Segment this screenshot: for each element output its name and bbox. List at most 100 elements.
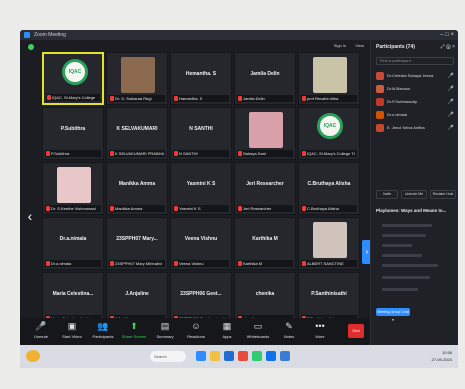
tile-display-name: Manikka Amma bbox=[118, 181, 156, 187]
video-tile[interactable]: Jamila Delin Jamila Delin bbox=[234, 52, 296, 105]
video-tile[interactable]: Jeri Researcher Jeri Researcher bbox=[234, 162, 296, 215]
chat-line bbox=[382, 264, 438, 267]
weather-icon[interactable] bbox=[26, 350, 40, 362]
signin-link[interactable]: Sign in bbox=[334, 43, 346, 48]
panel-header-icons[interactable]: ⤢ ⓧ × bbox=[441, 40, 455, 54]
muted-mic-icon bbox=[238, 261, 242, 266]
apps-icon: ▦ bbox=[222, 321, 232, 331]
video-tile[interactable]: 23SPPH07 Mary... 23SPPH07 Mary Mirinalini bbox=[106, 217, 168, 270]
tile-name-label: Karthika M bbox=[237, 260, 293, 267]
unmute-button[interactable]: 🎤 Unmute bbox=[24, 320, 58, 343]
view-button[interactable]: View bbox=[355, 43, 364, 48]
video-tile[interactable]: P.Subithra P.Subithra bbox=[42, 107, 104, 160]
muted-mic-icon bbox=[302, 96, 306, 101]
taskbar-clock[interactable]: 10:56 27-09-2024 bbox=[432, 349, 452, 363]
start-video-button[interactable]: ▣ Start Video bbox=[55, 320, 89, 343]
reactions-button[interactable]: ☺ Reactions bbox=[179, 320, 213, 343]
video-tile[interactable]: Karthika M Karthika M bbox=[234, 217, 296, 270]
participants-button[interactable]: 👥 Participants bbox=[86, 320, 120, 343]
window-titlebar: Zoom Meeting – □ × bbox=[20, 30, 458, 40]
muted-mic-icon: 🎤 bbox=[447, 86, 454, 92]
taskbar-app-icon[interactable] bbox=[238, 351, 248, 361]
tile-display-name: Dr.a.nimala bbox=[59, 236, 87, 242]
muted-mic-icon bbox=[302, 261, 306, 266]
participant-name: Dr.P.Subbaraddy bbox=[387, 99, 417, 104]
more-button[interactable]: ••• More bbox=[303, 320, 337, 343]
window-title: Zoom Meeting bbox=[34, 32, 66, 38]
video-tile[interactable]: Yasmini K S Yasmini K S bbox=[170, 162, 232, 215]
tile-label-text: Yasmini K S bbox=[179, 206, 201, 211]
chat-line bbox=[382, 234, 426, 237]
tile-display-name: Jeri Researcher bbox=[246, 181, 284, 187]
tile-display-name: 23SPPH07 Mary... bbox=[116, 236, 158, 242]
video-tile[interactable]: Dr. S. Sobiaraa Regi bbox=[106, 52, 168, 105]
end-meeting-button[interactable]: End bbox=[348, 324, 364, 338]
video-tile[interactable]: Hemantha. S Hamantha. S bbox=[170, 52, 232, 105]
muted-mic-icon: 🎤 bbox=[447, 112, 454, 118]
participant-row[interactable]: E. Jenci Selva Anitha 🎤 bbox=[376, 122, 456, 135]
tile-name-label: Manikka Amma bbox=[109, 205, 165, 212]
video-tile[interactable]: ALBERT SANCTINE bbox=[298, 217, 360, 270]
clock-time: 10:56 bbox=[441, 350, 452, 355]
unmute-icon: 🎤 bbox=[35, 321, 47, 331]
unmute-label: Unmute bbox=[33, 334, 48, 339]
video-tile[interactable]: N SANTHI N SANTHI bbox=[170, 107, 232, 160]
participant-name: Dr.M.Banusu bbox=[387, 86, 411, 91]
participant-row[interactable]: Dr.s.nimala 🎤 bbox=[376, 109, 456, 122]
tile-name-label: N SANTHI bbox=[173, 150, 229, 157]
tile-label-text: Manikka Amma bbox=[115, 206, 143, 211]
monitor-screen: Zoom Meeting – □ × Sign in View ‹ IQAC IQ… bbox=[20, 30, 458, 368]
participant-row[interactable]: Dr.Celestia Sahaya Jeena 🎤 bbox=[376, 70, 456, 83]
tile-display-name: Maria Celestina... bbox=[52, 291, 94, 297]
tile-label-text: Dr. S. Sobiaraa Regi bbox=[115, 96, 152, 101]
taskbar-app-icon[interactable] bbox=[252, 351, 262, 361]
apps-button[interactable]: ▦ Apps bbox=[210, 320, 244, 343]
participant-photo bbox=[121, 57, 155, 93]
tile-name-label: Jamila Delin bbox=[237, 95, 293, 102]
video-tile[interactable]: K SELVAKUMARI K SELVAKUMARI PRABHA bbox=[106, 107, 168, 160]
participant-row[interactable]: Dr.M.Banusu 🎤 bbox=[376, 83, 456, 96]
muted-mic-icon bbox=[302, 151, 306, 156]
video-tile[interactable]: Dr.a.nimala Dr.a.nimala bbox=[42, 217, 104, 270]
muted-mic-icon bbox=[174, 151, 178, 156]
video-tile[interactable]: Sahaya Dani bbox=[234, 107, 296, 160]
meeting-group-chat-dropdown[interactable]: Meeting Group Chat ▾ bbox=[376, 308, 410, 322]
share-screen-button[interactable]: ⬆ Share Screen bbox=[117, 320, 151, 343]
video-tile[interactable]: prof Revathi ditha bbox=[298, 52, 360, 105]
muted-mic-icon: 🎤 bbox=[447, 73, 454, 79]
tile-name-label: IQAC, St.Mary's College bbox=[46, 94, 100, 101]
taskbar-app-icon[interactable] bbox=[280, 351, 290, 361]
whiteboards-button[interactable]: ▭ Whiteboards bbox=[241, 320, 275, 343]
video-tile[interactable]: C.Bruthaya Alisha C.Bruthaya Alisha bbox=[298, 162, 360, 215]
invite-button[interactable]: Invite bbox=[376, 190, 398, 199]
participant-photo bbox=[249, 112, 283, 148]
video-tile[interactable]: IQAC IQAC, St.Mary's College bbox=[42, 52, 104, 105]
summary-button[interactable]: ▤ Summary bbox=[148, 320, 182, 343]
window-controls[interactable]: – □ × bbox=[440, 30, 454, 40]
video-tile[interactable]: Veena Vishnu Veena Vishnu bbox=[170, 217, 232, 270]
reactions-label: Reactions bbox=[187, 334, 205, 339]
taskbar-app-icon[interactable] bbox=[266, 351, 276, 361]
video-tile[interactable]: Manikka Amma Manikka Amma bbox=[106, 162, 168, 215]
participants-panel: Participants (74) ⤢ ⓧ × Find a participa… bbox=[370, 40, 458, 345]
taskbar-app-icon[interactable] bbox=[196, 351, 206, 361]
notes-button[interactable]: ✎ Notes bbox=[272, 320, 306, 343]
security-shield-icon[interactable] bbox=[28, 44, 34, 50]
tile-name-label: Hamantha. S bbox=[173, 95, 229, 102]
taskbar-app-icon[interactable] bbox=[224, 351, 234, 361]
previous-page-arrow-icon[interactable]: ‹ bbox=[24, 206, 36, 226]
video-tile[interactable]: Dr. S.Keethe Vishnumaal bbox=[42, 162, 104, 215]
chat-area bbox=[376, 218, 456, 302]
participant-row[interactable]: Dr.P.Subbaraddy 🎤 bbox=[376, 96, 456, 109]
participant-search-input[interactable]: Find a participant bbox=[376, 57, 454, 65]
clock-date: 27-09-2024 bbox=[431, 357, 452, 362]
avatar bbox=[376, 85, 384, 93]
unmute-me-button[interactable]: Unmute Me bbox=[401, 190, 427, 199]
tile-label-text: 23SPPH07 Mary Mirinalini bbox=[115, 261, 162, 266]
reclaim-host-button[interactable]: Reclaim Host bbox=[430, 190, 456, 199]
tile-name-label: Yasmini K S bbox=[173, 205, 229, 212]
tile-display-name: C.Bruthaya Alisha bbox=[307, 181, 351, 187]
taskbar-app-icon[interactable] bbox=[210, 351, 220, 361]
taskbar-search[interactable]: Search bbox=[150, 351, 186, 362]
video-tile[interactable]: IQAC IQAC, St.Mary's College Tt bbox=[298, 107, 360, 160]
